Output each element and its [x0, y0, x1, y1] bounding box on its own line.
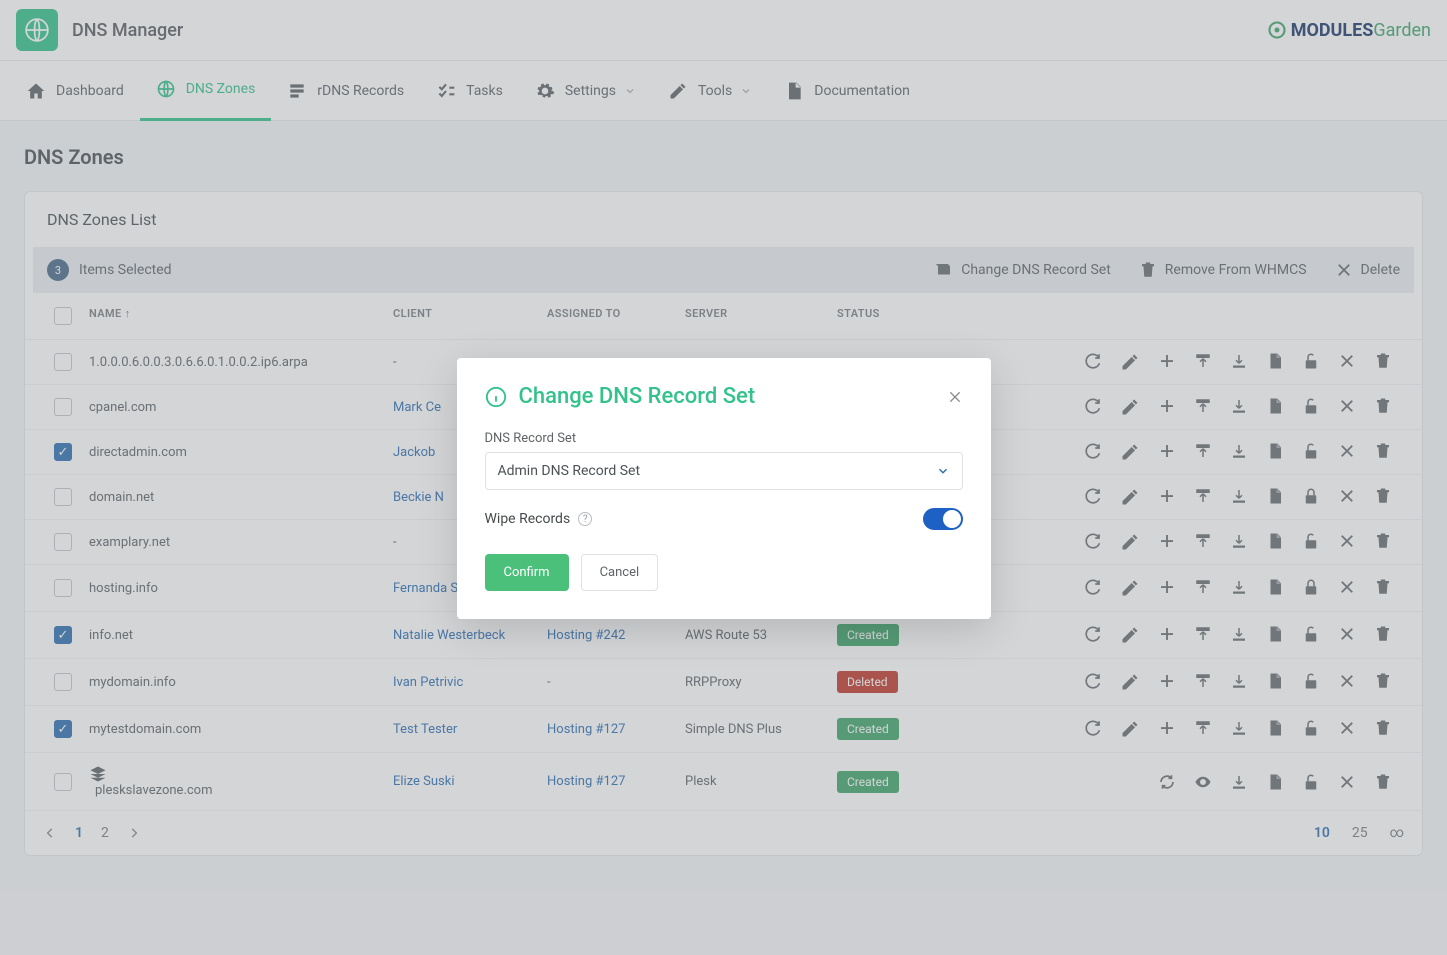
cancel-button[interactable]: Cancel [581, 554, 659, 591]
modal-title: Change DNS Record Set [519, 384, 756, 409]
info-icon [485, 386, 507, 408]
record-set-label: DNS Record Set [485, 431, 963, 446]
close-icon [947, 389, 963, 405]
change-record-set-modal: Change DNS Record Set DNS Record Set Adm… [457, 358, 991, 619]
confirm-button[interactable]: Confirm [485, 554, 569, 591]
record-set-select[interactable]: Admin DNS Record Set [485, 452, 963, 490]
modal-close-button[interactable] [947, 389, 963, 405]
wipe-records-label: Wipe Records [485, 511, 571, 527]
chevron-down-icon [936, 464, 950, 478]
wipe-records-toggle[interactable] [923, 508, 963, 530]
help-icon[interactable]: ? [578, 512, 592, 526]
